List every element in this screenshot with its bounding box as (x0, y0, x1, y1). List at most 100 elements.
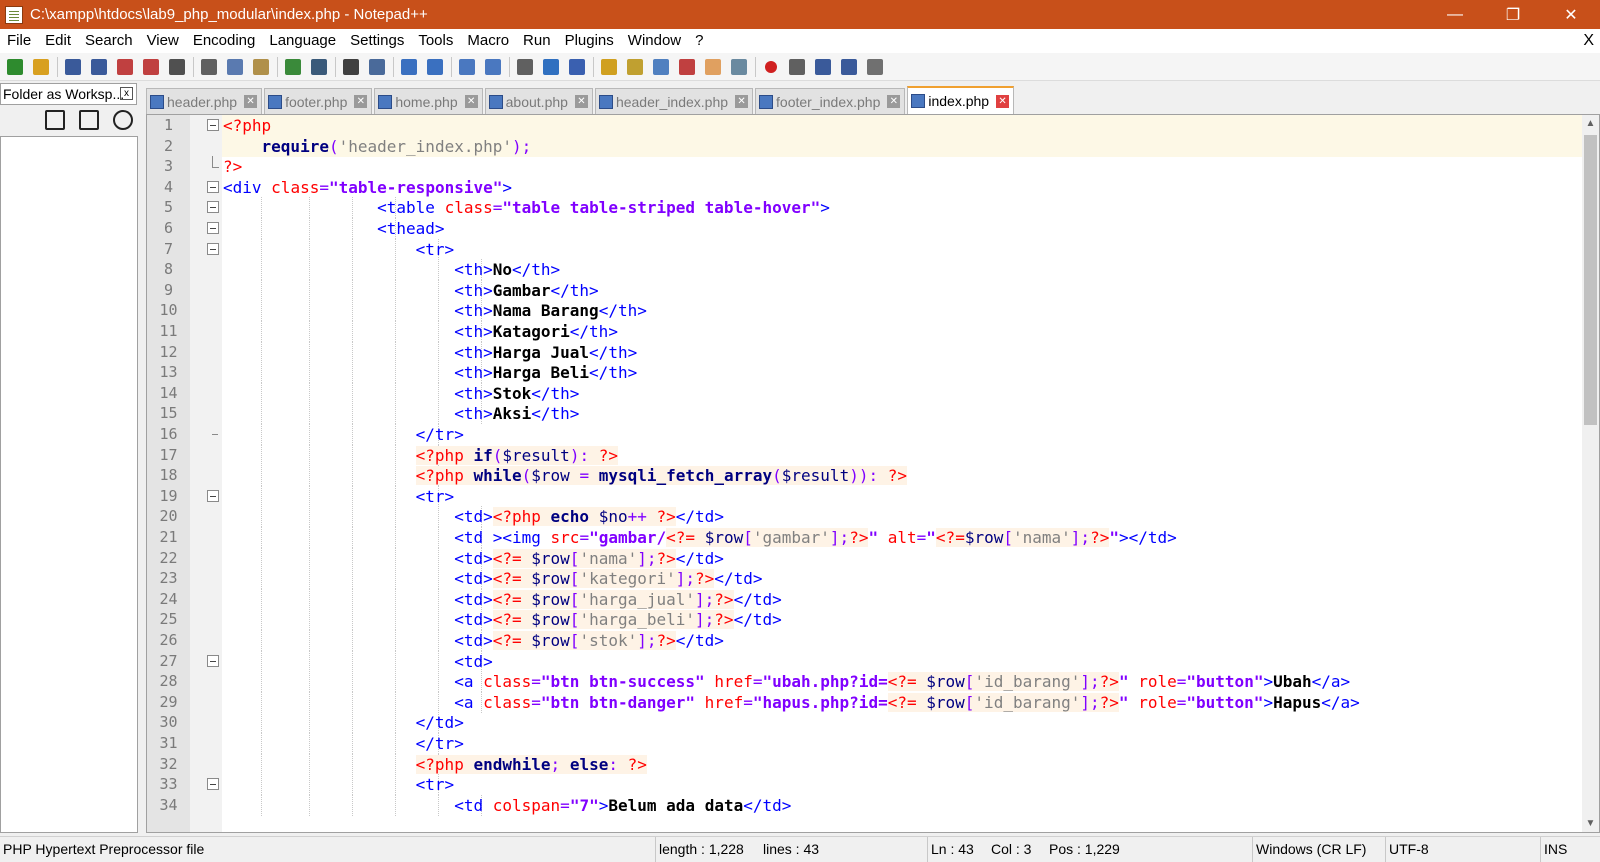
code-line[interactable]: 8 <th>No</th> (147, 259, 1599, 281)
code-line[interactable]: 13 <th>Harga Beli</th> (147, 362, 1599, 384)
code-line[interactable]: 21 <td ><img src="gambar/<?= $row['gamba… (147, 527, 1599, 548)
stop-macro-icon[interactable] (786, 56, 808, 78)
menu-encoding[interactable]: Encoding (186, 29, 263, 53)
tab-footer-index[interactable]: footer_index.php ✕ (755, 88, 906, 114)
code-line[interactable]: 26 <td><?= $row['stok'];?></td> (147, 630, 1599, 651)
fold-toggle-icon[interactable] (207, 222, 219, 234)
close-document-button[interactable]: X (1583, 29, 1594, 53)
redo-icon[interactable] (308, 56, 330, 78)
code-line[interactable]: 30 </td> (147, 712, 1599, 734)
tab-close-icon[interactable]: ✕ (464, 95, 478, 108)
save-icon[interactable] (62, 56, 84, 78)
new-file-icon[interactable] (4, 56, 26, 78)
scroll-thumb[interactable] (1584, 135, 1597, 425)
code-line[interactable]: 7 <tr> (147, 238, 1599, 260)
paste-icon[interactable] (250, 56, 272, 78)
folder-tree[interactable] (0, 136, 138, 833)
collapse-all-icon[interactable] (79, 110, 99, 130)
menu-run[interactable]: Run (516, 29, 558, 53)
code-line[interactable]: 15 <th>Aksi</th> (147, 403, 1599, 425)
run-macro-multiple-icon[interactable] (838, 56, 860, 78)
replace-icon[interactable] (366, 56, 388, 78)
fold-toggle-icon[interactable] (207, 180, 219, 193)
monitoring-icon[interactable] (728, 56, 750, 78)
code-line[interactable]: 28 <a class="btn btn-success" href="ubah… (147, 671, 1599, 693)
show-all-chars-icon[interactable] (540, 56, 562, 78)
fold-toggle-icon[interactable] (207, 201, 219, 214)
save-all-icon[interactable] (88, 56, 110, 78)
tab-header-index[interactable]: header_index.php ✕ (594, 88, 754, 114)
fold-toggle-icon[interactable] (207, 242, 219, 255)
close-icon[interactable] (114, 56, 136, 78)
tab-close-icon[interactable]: ✕ (574, 95, 588, 108)
menu-file[interactable]: File (0, 29, 38, 53)
tab-index[interactable]: index.php ✕ (907, 86, 1015, 114)
play-macro-icon[interactable] (812, 56, 834, 78)
code-line[interactable]: 2 require('header_index.php'); (147, 136, 1599, 157)
copy-icon[interactable] (224, 56, 246, 78)
user-language-icon[interactable] (598, 56, 620, 78)
record-macro-icon[interactable] (760, 56, 782, 78)
tab-close-icon[interactable]: ✕ (887, 95, 901, 108)
code-line[interactable]: 10 <th>Nama Barang</th> (147, 300, 1599, 322)
close-all-icon[interactable] (140, 56, 162, 78)
doc-list-icon[interactable] (676, 56, 698, 78)
fold-toggle-icon[interactable] (207, 489, 219, 502)
vertical-scrollbar[interactable]: ▲ ▼ (1582, 115, 1599, 832)
code-line[interactable]: 4 <div class="table-responsive"> (147, 177, 1599, 198)
tab-close-icon[interactable]: ✕ (735, 95, 749, 108)
menu-tools[interactable]: Tools (411, 29, 460, 53)
menu-language[interactable]: Language (262, 29, 343, 53)
code-line[interactable]: 19 <tr> (147, 485, 1599, 507)
code-line[interactable]: 16 </tr> (147, 424, 1599, 445)
code-line[interactable]: 9 <th>Gambar</th> (147, 279, 1599, 301)
panel-close-button[interactable]: x (120, 87, 133, 100)
code-line[interactable]: 3 ?> (147, 156, 1599, 177)
menu-macro[interactable]: Macro (460, 29, 516, 53)
find-icon[interactable] (340, 56, 362, 78)
expand-all-icon[interactable] (45, 110, 65, 130)
folder-workspace-icon[interactable] (702, 56, 724, 78)
code-line[interactable]: 31 </tr> (147, 733, 1599, 754)
code-line[interactable]: 5 <table class="table table-striped tabl… (147, 197, 1599, 219)
code-line[interactable]: 12 <th>Harga Jual</th> (147, 341, 1599, 363)
menu-plugins[interactable]: Plugins (558, 29, 621, 53)
tab-about[interactable]: about.php ✕ (484, 88, 593, 114)
menu-settings[interactable]: Settings (343, 29, 411, 53)
code-line[interactable]: 23 <td><?= $row['kategori'];?></td> (147, 568, 1599, 590)
code-line[interactable]: 22 <td><?= $row['nama'];?></td> (147, 547, 1599, 569)
code-line[interactable]: 25 <td><?= $row['harga_beli'];?></td> (147, 609, 1599, 631)
fold-toggle-icon[interactable] (207, 778, 219, 791)
code-line[interactable]: 24 <td><?= $row['harga_jual'];?></td> (147, 588, 1599, 610)
menu-view[interactable]: View (140, 29, 186, 53)
code-line[interactable]: 29 <a class="btn btn-danger" href="hapus… (147, 691, 1599, 713)
code-line[interactable]: 32 <?php endwhile; else: ?> (147, 753, 1599, 775)
undo-icon[interactable] (282, 56, 304, 78)
word-wrap-icon[interactable] (514, 56, 536, 78)
code-line[interactable]: 14 <th>Stok</th> (147, 382, 1599, 404)
print-icon[interactable] (166, 56, 188, 78)
code-line[interactable]: 11 <th>Katagori</th> (147, 321, 1599, 342)
scroll-up-button[interactable]: ▲ (1582, 115, 1599, 132)
indent-guide-icon[interactable] (566, 56, 588, 78)
fold-toggle-icon[interactable] (207, 119, 219, 131)
menu-edit[interactable]: Edit (38, 29, 78, 53)
save-macro-icon[interactable] (864, 56, 886, 78)
tab-header[interactable]: header.php ✕ (146, 88, 263, 114)
tab-close-icon[interactable]: ✕ (244, 95, 258, 108)
sync-horizontal-icon[interactable] (482, 56, 504, 78)
code-line[interactable]: 1 <?php (147, 115, 1599, 136)
code-line[interactable]: 34 <td colspan="7">Belum ada data</td> (147, 794, 1599, 816)
maximize-button[interactable]: ❐ (1484, 0, 1542, 29)
function-list-icon[interactable] (650, 56, 672, 78)
code-line[interactable]: 18 <?php while($row = mysqli_fetch_array… (147, 465, 1599, 487)
tab-close-icon[interactable]: ✕ (996, 94, 1010, 108)
code-editor[interactable]: 1 <?php 2 require('header_index.php'); 3 ?> 4… (146, 114, 1600, 833)
doc-map-icon[interactable] (624, 56, 646, 78)
menu-help[interactable]: ? (688, 29, 710, 53)
zoom-in-icon[interactable] (398, 56, 420, 78)
menu-search[interactable]: Search (78, 29, 140, 53)
minimize-button[interactable]: — (1426, 0, 1484, 29)
zoom-out-icon[interactable] (424, 56, 446, 78)
open-file-icon[interactable] (30, 56, 52, 78)
